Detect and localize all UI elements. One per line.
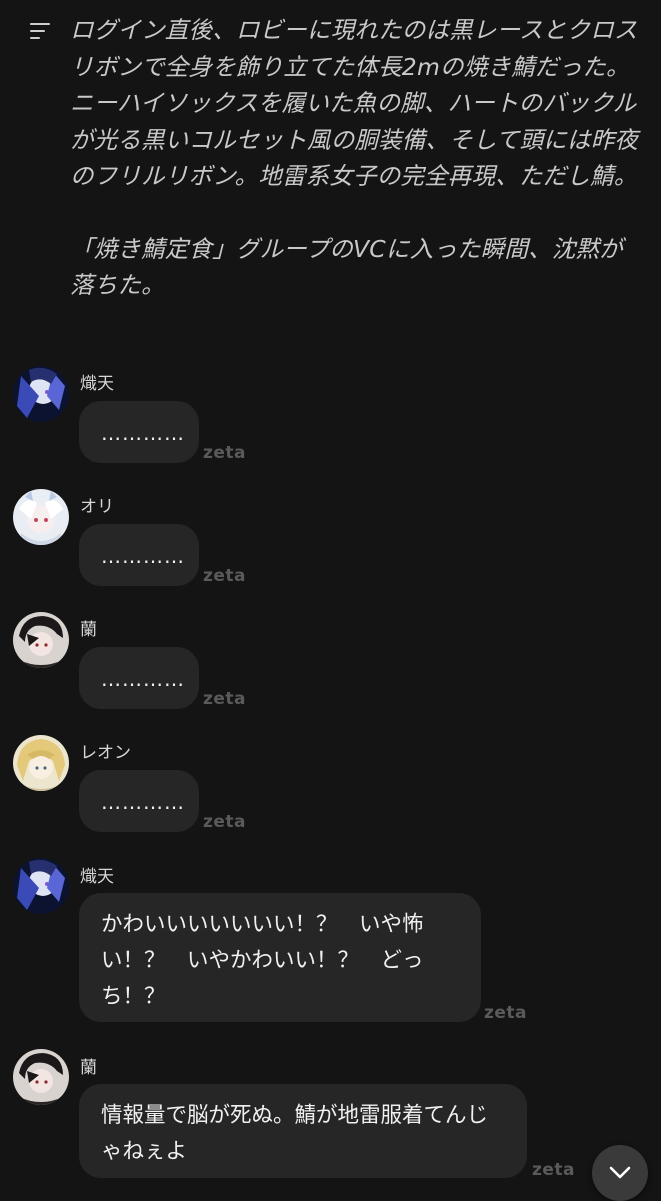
sender-name: 蘭 [80, 1058, 97, 1078]
zeta-tag: zeta [203, 566, 247, 586]
avatar-ori[interactable] [13, 489, 69, 545]
scroll-to-bottom-button[interactable] [592, 1145, 648, 1201]
avatar-ran[interactable] [13, 1049, 69, 1105]
zeta-tag: zeta [532, 1160, 576, 1180]
avatar-leon[interactable] [13, 735, 69, 791]
menu-lines-icon [30, 23, 50, 39]
message-bubble: 情報量で脳が死ぬ。鯖が地雷服着てんじゃねぇよ [79, 1084, 527, 1178]
message-bubble: ………… [79, 401, 199, 463]
avatar-shiten[interactable] [13, 858, 69, 914]
sender-name: 蘭 [80, 620, 97, 640]
narration-text: ログイン直後、ロビーに現れたのは黒レースとクロスリボンで全身を飾り立てた体長2m… [70, 12, 645, 304]
avatar-shiten[interactable] [13, 366, 69, 422]
zeta-tag: zeta [484, 1003, 528, 1023]
sender-name: オリ [80, 497, 114, 517]
narration-paragraph-1: ログイン直後、ロビーに現れたのは黒レースとクロスリボンで全身を飾り立てた体長2m… [70, 16, 639, 190]
sender-name: 熾天 [80, 374, 114, 394]
message-bubble: ………… [79, 770, 199, 832]
message-bubble: かわいいいいいいい！？ いや怖い！？ いやかわいい！？ どっち！？ [79, 893, 481, 1022]
zeta-tag: zeta [203, 689, 247, 709]
avatar-ran[interactable] [13, 612, 69, 668]
message-bubble: ………… [79, 524, 199, 586]
zeta-tag: zeta [203, 443, 247, 463]
chevron-down-icon [609, 1166, 631, 1179]
sender-name: 熾天 [80, 867, 114, 887]
narration-paragraph-2: 「焼き鯖定食」グループのVCに入った瞬間、沈黙が落ちた。 [70, 234, 623, 300]
message-bubble: ………… [79, 647, 199, 709]
zeta-tag: zeta [203, 812, 247, 832]
sender-name: レオン [80, 743, 131, 763]
